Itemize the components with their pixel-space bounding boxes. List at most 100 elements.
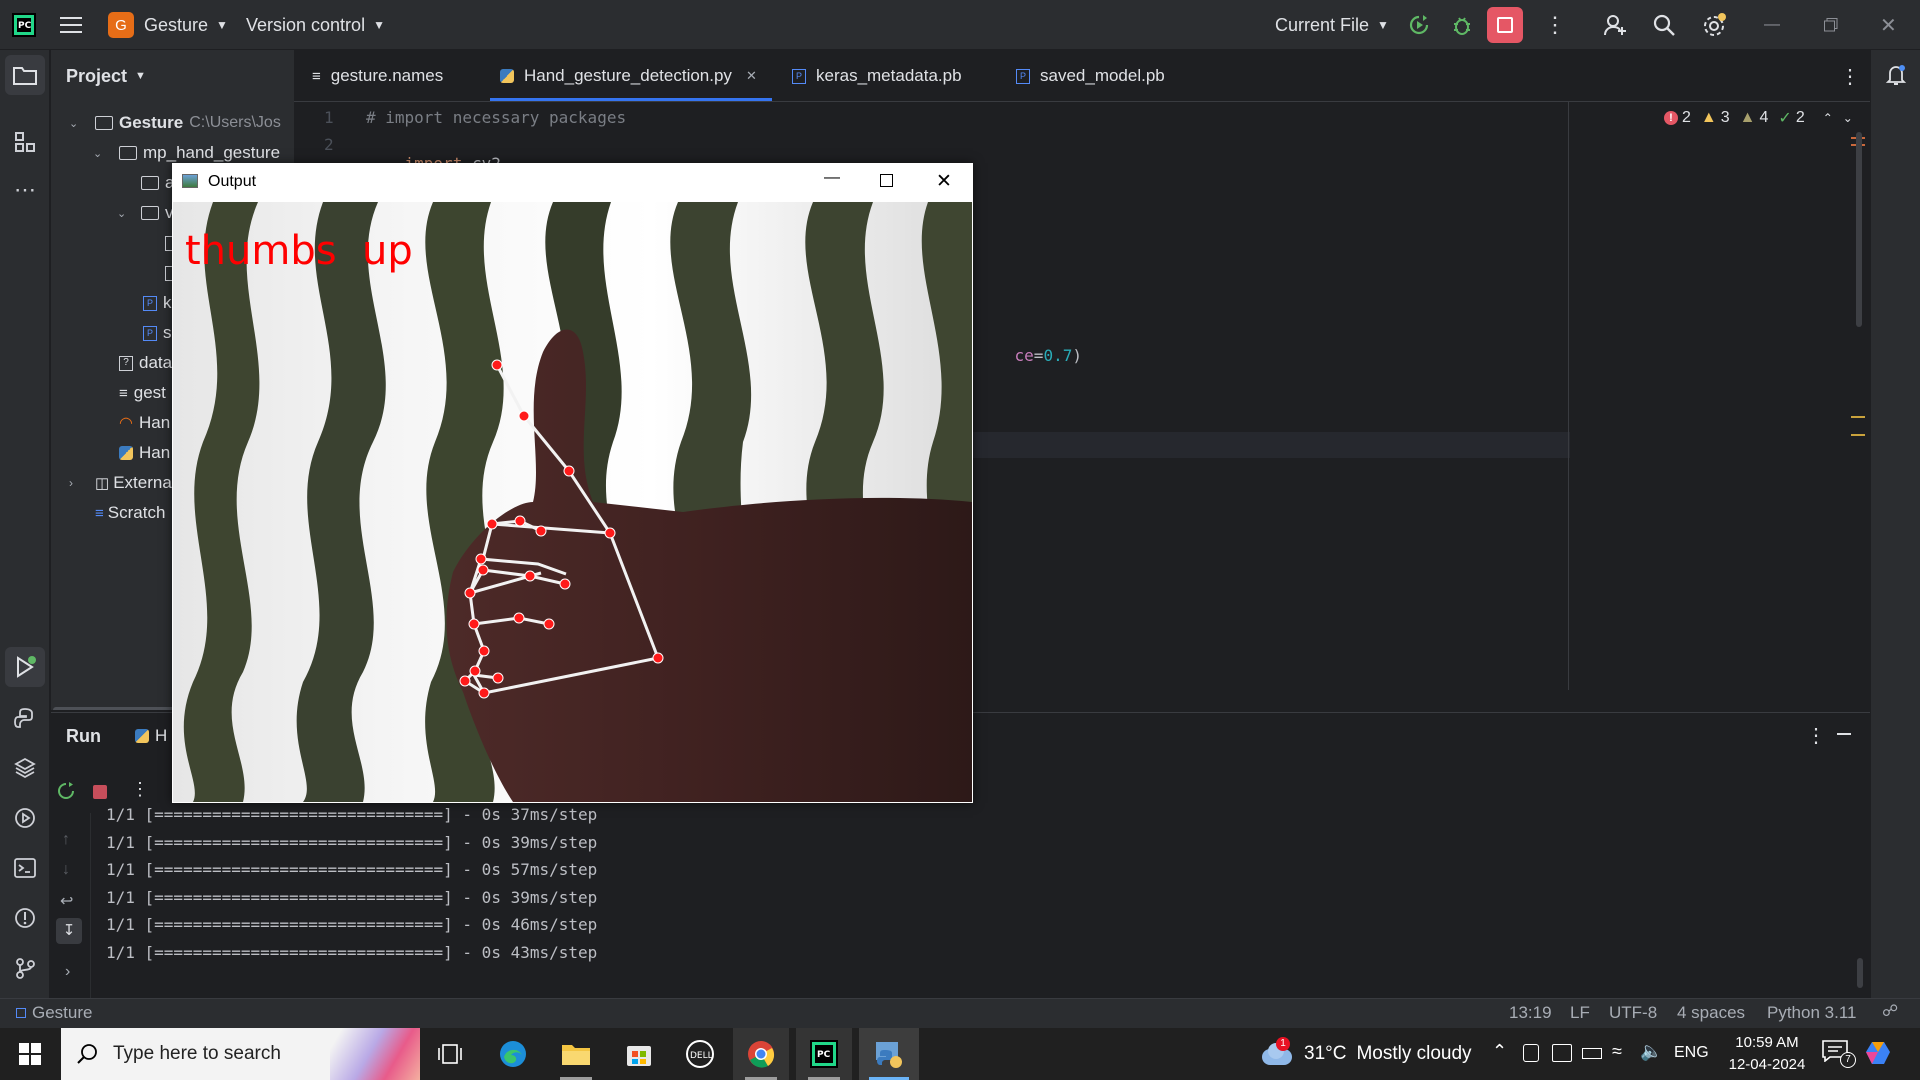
tree-item-file[interactable]: P s: [143, 320, 172, 346]
pycharm-logo-icon[interactable]: PC: [12, 0, 36, 50]
structure-icon[interactable]: [5, 122, 45, 162]
warning-stripe-marker[interactable]: [1851, 434, 1865, 436]
scroll-down-arrow-icon[interactable]: ↓: [62, 861, 70, 879]
more-actions-icon[interactable]: ⋮: [131, 779, 149, 800]
battery-icon[interactable]: [1582, 1048, 1602, 1059]
settings-gear-icon[interactable]: [1702, 0, 1728, 50]
taskbar-search-box[interactable]: Type here to search: [61, 1028, 420, 1080]
soft-wrap-icon[interactable]: ↩: [60, 891, 73, 911]
main-menu-icon[interactable]: [60, 0, 82, 50]
action-center-icon[interactable]: 7: [1822, 1040, 1856, 1068]
wifi-icon[interactable]: ≈: [1612, 1041, 1622, 1062]
tree-item-external-libraries[interactable]: › ◫ Externa: [69, 470, 172, 496]
error-count: ! 2: [1664, 109, 1691, 127]
tree-item-file[interactable]: Han: [119, 440, 170, 466]
restore-window-icon[interactable]: [1824, 0, 1838, 50]
input-language[interactable]: ENG: [1674, 1044, 1709, 1062]
code-with-me-icon[interactable]: [1603, 0, 1627, 50]
more-actions-icon[interactable]: ⋮: [1544, 0, 1566, 50]
chevron-down-icon[interactable]: ⌄: [1843, 111, 1853, 125]
tab-gesture-names[interactable]: ≡ gesture.names: [312, 50, 443, 102]
file-encoding[interactable]: UTF-8: [1609, 1003, 1657, 1023]
horizontal-scrollbar[interactable]: [53, 707, 175, 710]
rerun-icon[interactable]: [1408, 0, 1430, 50]
project-tool-folder-icon[interactable]: [5, 55, 45, 95]
search-icon[interactable]: [1652, 0, 1676, 50]
tab-saved-model[interactable]: P saved_model.pb: [1016, 50, 1165, 102]
rerun-icon[interactable]: [57, 782, 75, 800]
copilot-icon[interactable]: [1864, 1038, 1894, 1068]
hide-panel-icon[interactable]: [1837, 733, 1851, 735]
speaker-muted-icon[interactable]: 🔈: [1640, 1041, 1662, 1062]
expand-icon[interactable]: ›: [65, 963, 70, 981]
tab-options-icon[interactable]: ⋮: [1840, 50, 1860, 102]
meet-now-icon[interactable]: [1523, 1044, 1539, 1062]
debug-icon[interactable]: [1451, 0, 1473, 50]
tree-item-root[interactable]: ⌄ Gesture C:\Users\Jos: [69, 110, 281, 136]
python-console-icon[interactable]: [5, 698, 45, 738]
project-switcher[interactable]: G Gesture ▼: [108, 0, 228, 50]
project-panel-header[interactable]: Project ▼: [66, 63, 146, 89]
display-icon[interactable]: [1552, 1044, 1572, 1062]
minimize-icon[interactable]: —: [824, 169, 840, 187]
chrome-browser-icon[interactable]: [733, 1028, 789, 1080]
chevron-up-icon[interactable]: ⌃: [1823, 111, 1833, 125]
file-explorer-icon[interactable]: [548, 1028, 604, 1080]
tree-item-folder[interactable]: ⌄ v: [117, 200, 174, 226]
tab-keras-metadata[interactable]: P keras_metadata.pb: [792, 50, 962, 102]
caret-position[interactable]: 13:19: [1509, 1003, 1552, 1023]
tree-item-file[interactable]: ≡ gest: [119, 380, 166, 406]
close-window-icon[interactable]: ✕: [1880, 0, 1897, 50]
close-tab-icon[interactable]: ✕: [746, 68, 757, 84]
dell-app-icon[interactable]: DELL: [672, 1028, 728, 1080]
run-config-selector[interactable]: Current File ▼: [1275, 0, 1389, 50]
python-interpreter[interactable]: Python 3.11: [1767, 1003, 1856, 1023]
inspections-widget[interactable]: ! 2 ▲ 3 ▲ 4 ✓ 2 ⌃ ⌄: [1664, 108, 1853, 128]
tree-item-file[interactable]: ? data: [119, 350, 172, 376]
task-view-icon[interactable]: [422, 1028, 478, 1080]
clock[interactable]: 10:59 AM 12-04-2024: [1714, 1032, 1820, 1076]
show-hidden-icons-chevron-icon[interactable]: ⌃: [1492, 1041, 1507, 1062]
tree-item-file[interactable]: P k: [143, 290, 172, 316]
minimize-window-icon[interactable]: —: [1764, 0, 1780, 50]
indent-setting[interactable]: 4 spaces: [1677, 1003, 1745, 1023]
git-branch-icon[interactable]: [5, 948, 45, 988]
python-packages-layers-icon[interactable]: [5, 748, 45, 788]
lock-icon[interactable]: ☍: [1882, 1001, 1898, 1021]
close-icon[interactable]: ✕: [936, 170, 952, 193]
version-control-menu[interactable]: Version control ▼: [246, 0, 385, 50]
stop-icon[interactable]: [93, 785, 107, 799]
warning-stripe-marker[interactable]: [1851, 416, 1865, 418]
scroll-up-arrow-icon[interactable]: ↑: [62, 831, 70, 849]
more-tools-icon[interactable]: ⋯: [5, 170, 45, 210]
microsoft-store-icon[interactable]: [611, 1028, 667, 1080]
notifications-bell-icon[interactable]: [1876, 55, 1916, 95]
protobuf-file-icon: P: [143, 295, 157, 311]
tree-item-label: data: [139, 353, 173, 372]
run-options-icon[interactable]: ⋮: [1806, 723, 1826, 748]
maximize-icon[interactable]: [880, 174, 893, 187]
windows-start-icon[interactable]: [2, 1028, 58, 1080]
tab-hand-gesture-detection[interactable]: Hand_gesture_detection.py ✕: [500, 50, 757, 102]
svg-text:PC: PC: [18, 21, 32, 31]
run-tool-icon[interactable]: [5, 647, 45, 687]
pycharm-taskbar-icon[interactable]: PC: [796, 1028, 852, 1080]
vertical-scrollbar[interactable]: [1856, 132, 1862, 327]
problems-icon[interactable]: [5, 898, 45, 938]
run-tab[interactable]: H: [135, 726, 167, 746]
status-breadcrumb[interactable]: Gesture: [16, 1003, 92, 1023]
stop-button[interactable]: [1487, 0, 1523, 50]
console-scrollbar[interactable]: [1857, 958, 1863, 988]
tree-item-scratches[interactable]: ≡ Scratch: [95, 500, 165, 526]
edge-browser-icon[interactable]: [485, 1028, 541, 1080]
tree-item-folder[interactable]: a: [141, 170, 174, 196]
services-icon[interactable]: [5, 798, 45, 838]
output-window[interactable]: Output — ✕ thumbs up: [172, 163, 973, 803]
tree-item-file[interactable]: ◠ Han: [119, 410, 170, 436]
terminal-icon[interactable]: [5, 848, 45, 888]
weather-widget[interactable]: 1 31°C Mostly cloudy: [1260, 1028, 1472, 1080]
output-window-titlebar[interactable]: Output — ✕: [172, 163, 973, 202]
python-window-taskbar-icon[interactable]: [859, 1028, 919, 1080]
line-separator[interactable]: LF: [1570, 1003, 1590, 1023]
scroll-to-end-icon[interactable]: ↧: [56, 918, 82, 944]
